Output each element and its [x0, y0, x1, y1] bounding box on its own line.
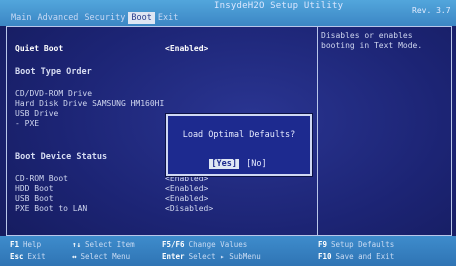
- load-defaults-dialog: Load Optimal Defaults? [Yes] [No]: [166, 114, 312, 176]
- revision-label: Rev. 3.7: [412, 6, 451, 15]
- hotkey-exit: Esc Exit: [10, 252, 46, 261]
- help-text: Disables or enables booting in Text Mode…: [321, 31, 423, 50]
- hotkey-desc: Exit: [27, 252, 46, 261]
- hotkey-desc: Select Item: [85, 240, 135, 249]
- hotkey-key: ↔: [72, 252, 77, 261]
- hotkey-submenu: Enter Select ▸ SubMenu: [162, 252, 261, 261]
- hotkey-select-menu: ↔ Select Menu: [72, 252, 130, 261]
- panel-divider: [317, 27, 318, 235]
- hdd-boot-value[interactable]: <Enabled>: [165, 184, 208, 193]
- hotkey-key: F5/F6: [162, 240, 185, 249]
- hotkey-bar: F1 Help ↑↓ Select Item F5/F6 Change Values …: [0, 236, 456, 266]
- hotkey-key: F1: [10, 240, 20, 249]
- dialog-message: Load Optimal Defaults?: [182, 130, 296, 140]
- no-button[interactable]: [No]: [244, 159, 268, 169]
- tab-boot[interactable]: Boot: [128, 12, 155, 24]
- boot-order-item-cdrom[interactable]: CD/DVD-ROM Drive: [15, 89, 92, 98]
- app-title: InsydeH2O Setup Utility: [214, 1, 344, 11]
- hotkey-key: Esc: [10, 252, 24, 261]
- hotkey-key: F9: [318, 240, 328, 249]
- boot-type-order-heading: Boot Type Order: [15, 67, 92, 77]
- hotkey-desc: Setup Defaults: [331, 240, 395, 249]
- hotkey-change-values: F5/F6 Change Values: [162, 240, 247, 249]
- hotkey-desc: Change Values: [188, 240, 248, 249]
- hotkey-key: F10: [318, 252, 332, 261]
- hotkey-desc: Save and Exit: [335, 252, 395, 261]
- bios-screen: InsydeH2O Setup Utility Rev. 3.7 Main Ad…: [0, 0, 456, 266]
- tab-main[interactable]: Main: [8, 12, 34, 24]
- boot-order-item-usb[interactable]: USB Drive: [15, 109, 58, 118]
- hotkey-desc: Select Menu: [80, 252, 131, 261]
- pxe-boot-value[interactable]: <Disabled>: [165, 204, 213, 213]
- usb-boot-value[interactable]: <Enabled>: [165, 194, 208, 203]
- tab-exit[interactable]: Exit: [155, 12, 181, 24]
- hotkey-select-item: ↑↓ Select Item: [72, 240, 135, 249]
- pxe-boot-label[interactable]: PXE Boot to LAN: [15, 204, 87, 213]
- quiet-boot-value[interactable]: <Enabled>: [165, 44, 208, 53]
- quiet-boot-label[interactable]: Quiet Boot: [15, 44, 63, 53]
- hotkey-save-exit: F10 Save and Exit: [318, 252, 394, 261]
- tab-advanced[interactable]: Advanced: [34, 12, 81, 24]
- yes-button[interactable]: [Yes]: [209, 159, 239, 169]
- tab-bar: Main Advanced Security Boot Exit: [8, 12, 181, 24]
- hotkey-help: F1 Help: [10, 240, 41, 249]
- boot-order-item-pxe[interactable]: - PXE: [15, 119, 39, 128]
- hotkey-key: Enter: [162, 252, 185, 261]
- tab-security[interactable]: Security: [81, 12, 128, 24]
- cdrom-boot-label[interactable]: CD-ROM Boot: [15, 174, 68, 183]
- top-bar: InsydeH2O Setup Utility Rev. 3.7 Main Ad…: [0, 0, 456, 26]
- hdd-boot-label[interactable]: HDD Boot: [15, 184, 54, 193]
- boot-device-status-heading: Boot Device Status: [15, 152, 108, 162]
- hotkey-setup-defaults: F9 Setup Defaults: [318, 240, 394, 249]
- hotkey-key: ↑↓: [72, 240, 82, 249]
- boot-order-item-hdd[interactable]: Hard Disk Drive SAMSUNG HM160HI: [15, 99, 164, 108]
- hotkey-desc: Help: [23, 240, 42, 249]
- usb-boot-label[interactable]: USB Boot: [15, 194, 54, 203]
- hotkey-desc: Select ▸ SubMenu: [188, 252, 261, 261]
- dialog-buttons: [Yes] [No]: [168, 159, 310, 169]
